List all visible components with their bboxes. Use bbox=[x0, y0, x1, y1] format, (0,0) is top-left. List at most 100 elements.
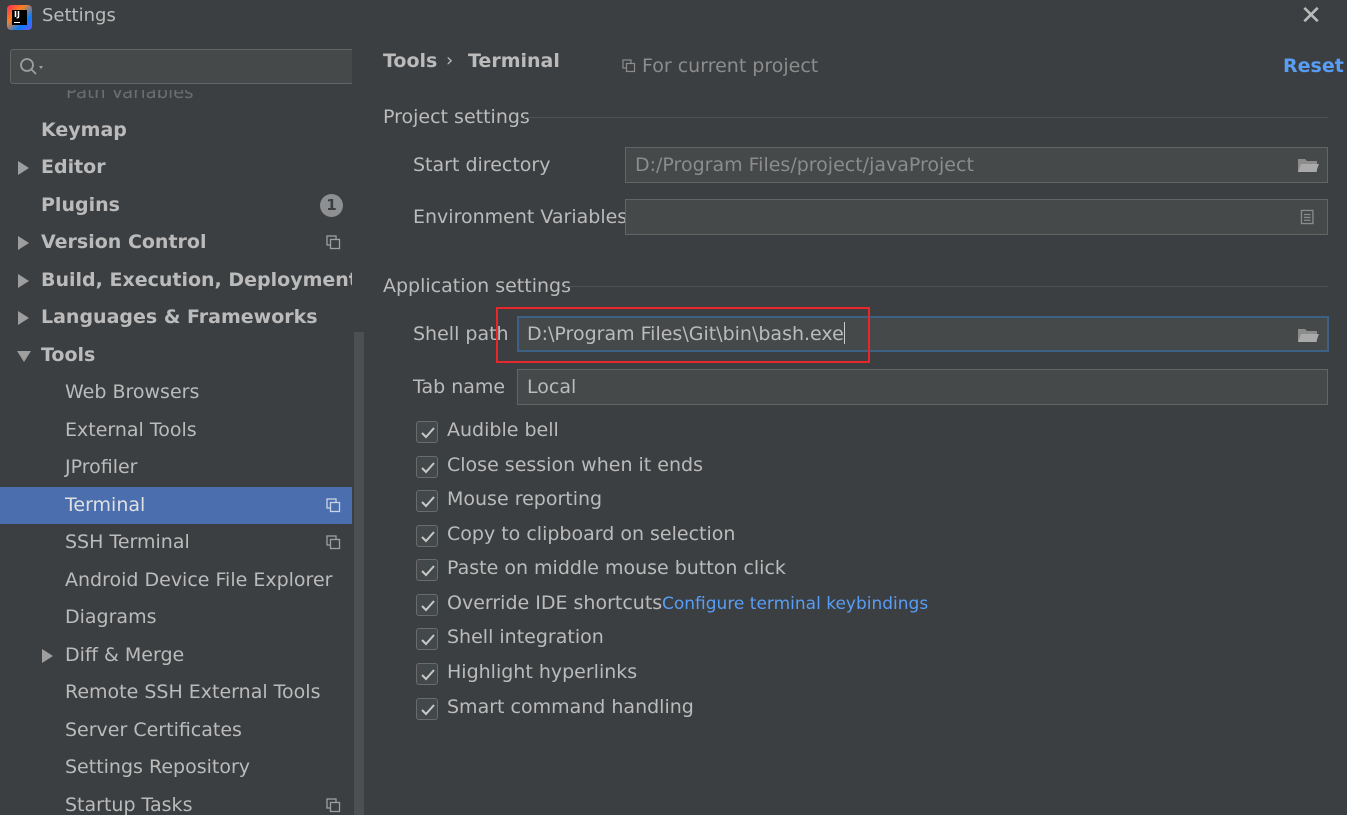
copy-icon bbox=[326, 798, 341, 813]
sidebar-item-label: Tools bbox=[41, 344, 96, 366]
sidebar-item-remote-ssh-external-tools[interactable]: Remote SSH External Tools bbox=[0, 674, 352, 711]
breadcrumb-current: Terminal bbox=[468, 50, 560, 72]
start-directory-label: Start directory bbox=[413, 154, 551, 176]
sidebar-item-version-control[interactable]: Version Control bbox=[0, 224, 352, 261]
check-icon bbox=[421, 462, 435, 474]
breadcrumb-parent[interactable]: Tools bbox=[383, 50, 437, 72]
window-title: Settings bbox=[42, 5, 116, 26]
checkbox-box[interactable] bbox=[416, 456, 438, 478]
title-bar: IJ Settings ✕ bbox=[0, 0, 1347, 36]
sidebar-item-diff-merge[interactable]: Diff & Merge bbox=[0, 637, 352, 674]
copy-icon bbox=[622, 59, 636, 73]
checkbox-label: Close session when it ends bbox=[447, 454, 703, 476]
settings-content: Tools › Terminal For current project Res… bbox=[366, 36, 1347, 815]
sidebar-item-plugins[interactable]: Plugins 1 bbox=[0, 187, 352, 224]
sidebar-item-startup-tasks[interactable]: Startup Tasks bbox=[0, 787, 352, 815]
expand-arrow-icon[interactable] bbox=[18, 236, 29, 250]
checkbox-box[interactable] bbox=[416, 698, 438, 720]
sidebar-item-label: Web Browsers bbox=[65, 381, 200, 403]
sidebar-item-label: Android Device File Explorer bbox=[65, 569, 333, 591]
search-input[interactable] bbox=[10, 49, 354, 84]
sidebar-item-label: Build, Execution, Deployment bbox=[41, 269, 358, 291]
folder-icon[interactable] bbox=[1297, 156, 1319, 174]
env-vars-label: Environment Variables bbox=[413, 206, 628, 228]
sidebar-item-label: Version Control bbox=[41, 231, 207, 253]
expand-arrow-icon[interactable] bbox=[18, 161, 29, 175]
expand-arrow-icon[interactable] bbox=[18, 311, 29, 325]
check-icon bbox=[421, 669, 435, 681]
sidebar-item-label: Diff & Merge bbox=[65, 644, 185, 666]
env-vars-field[interactable] bbox=[625, 199, 1328, 235]
checkbox-box[interactable] bbox=[416, 421, 438, 443]
copy-icon bbox=[326, 498, 341, 513]
settings-sidebar: Path Variables Keymap Editor Plugins 1 V… bbox=[0, 36, 366, 815]
checkbox-box[interactable] bbox=[416, 594, 438, 616]
checkbox-label: Smart command handling bbox=[447, 696, 694, 718]
sidebar-item-jprofiler[interactable]: JProfiler bbox=[0, 449, 352, 486]
check-icon bbox=[421, 565, 435, 577]
sidebar-item-terminal[interactable]: Terminal bbox=[0, 487, 366, 524]
red-highlight-annotation bbox=[496, 307, 870, 363]
sidebar-item-label: Terminal bbox=[65, 494, 146, 516]
sidebar-item-ssh-terminal[interactable]: SSH Terminal bbox=[0, 524, 352, 561]
copy-icon bbox=[326, 535, 341, 550]
sidebar-item-editor[interactable]: Editor bbox=[0, 149, 352, 186]
sidebar-item-label: Remote SSH External Tools bbox=[65, 681, 321, 703]
sidebar-scrollbar-thumb[interactable] bbox=[354, 332, 364, 815]
close-icon[interactable]: ✕ bbox=[1296, 2, 1326, 32]
checkbox-box[interactable] bbox=[416, 663, 438, 685]
sidebar-item-web-browsers[interactable]: Web Browsers bbox=[0, 374, 352, 411]
shell-path-label: Shell path bbox=[413, 323, 509, 345]
expand-arrow-icon[interactable] bbox=[42, 649, 53, 663]
checkbox-label: Copy to clipboard on selection bbox=[447, 523, 736, 545]
breadcrumb-separator: › bbox=[446, 50, 454, 71]
sidebar-item-label: Languages & Frameworks bbox=[41, 306, 318, 328]
expand-arrow-icon[interactable] bbox=[18, 274, 29, 288]
sidebar-item-label: Diagrams bbox=[65, 606, 157, 628]
check-icon bbox=[421, 496, 435, 508]
checkbox-box[interactable] bbox=[416, 559, 438, 581]
tab-name-field[interactable]: Local bbox=[517, 369, 1328, 405]
checkbox-box[interactable] bbox=[416, 490, 438, 512]
check-icon bbox=[421, 600, 435, 612]
check-icon bbox=[421, 634, 435, 646]
sidebar-item-android-device-file-explorer[interactable]: Android Device File Explorer bbox=[0, 562, 352, 599]
collapse-arrow-icon[interactable] bbox=[17, 351, 31, 362]
checkbox-label: Override IDE shortcuts bbox=[447, 592, 663, 614]
copy-icon bbox=[326, 235, 341, 250]
list-icon[interactable] bbox=[1299, 208, 1317, 226]
sidebar-item-keymap[interactable]: Keymap bbox=[0, 112, 352, 149]
checkbox-label: Mouse reporting bbox=[447, 488, 603, 510]
sidebar-item-label: Editor bbox=[41, 156, 106, 178]
checkbox-box[interactable] bbox=[416, 525, 438, 547]
sidebar-item-label: External Tools bbox=[65, 419, 197, 441]
checkbox-box[interactable] bbox=[416, 628, 438, 650]
application-settings-title: Application settings bbox=[383, 275, 571, 297]
sidebar-item-settings-repository[interactable]: Settings Repository bbox=[0, 749, 352, 786]
app-logo-icon: IJ bbox=[7, 5, 32, 30]
sidebar-item-server-certificates[interactable]: Server Certificates bbox=[0, 712, 352, 749]
sidebar-item-label: Keymap bbox=[41, 119, 127, 141]
folder-icon[interactable] bbox=[1297, 326, 1319, 344]
sidebar-item-label: Server Certificates bbox=[65, 719, 242, 741]
reset-button[interactable]: Reset bbox=[1283, 55, 1344, 77]
sidebar-item-label: Plugins bbox=[41, 194, 120, 216]
sidebar-item-languages[interactable]: Languages & Frameworks bbox=[0, 299, 352, 336]
sidebar-item-tools[interactable]: Tools bbox=[0, 337, 352, 374]
checkbox-label: Audible bell bbox=[447, 419, 559, 441]
sidebar-item-diagrams[interactable]: Diagrams bbox=[0, 599, 352, 636]
check-icon bbox=[421, 427, 435, 439]
partially-hidden-item: Path Variables bbox=[66, 82, 194, 103]
sidebar-item-build[interactable]: Build, Execution, Deployment bbox=[0, 262, 358, 299]
configure-keybindings-link[interactable]: Configure terminal keybindings bbox=[662, 594, 928, 614]
sidebar-item-label: SSH Terminal bbox=[65, 531, 190, 553]
start-directory-value: D:/Program Files/project/javaProject bbox=[635, 154, 974, 176]
start-directory-field[interactable]: D:/Program Files/project/javaProject bbox=[625, 147, 1328, 183]
check-icon bbox=[421, 531, 435, 543]
section-divider bbox=[524, 117, 1328, 118]
search-icon[interactable] bbox=[19, 57, 49, 77]
sidebar-item-label: Startup Tasks bbox=[65, 794, 193, 815]
tab-name-label: Tab name bbox=[413, 376, 506, 398]
section-divider bbox=[565, 286, 1328, 287]
sidebar-item-external-tools[interactable]: External Tools bbox=[0, 412, 352, 449]
